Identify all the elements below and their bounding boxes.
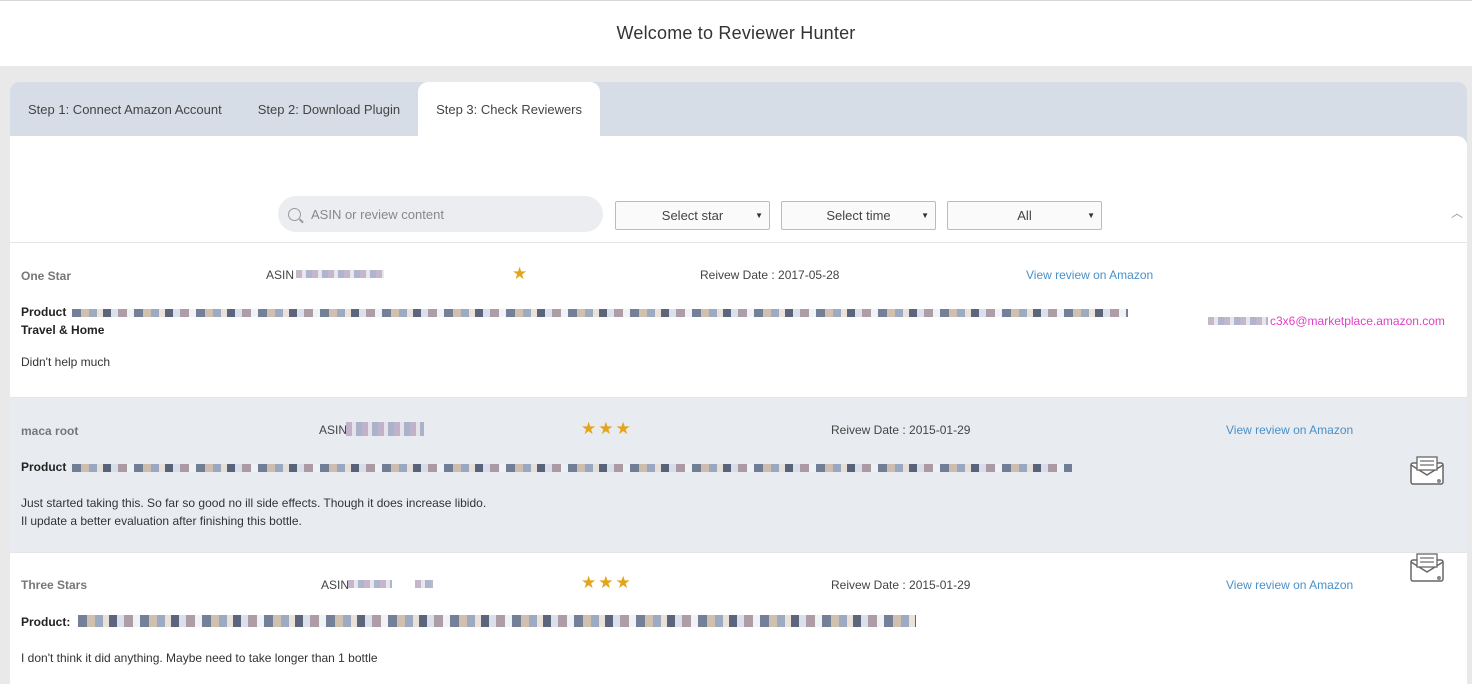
time-select[interactable]: Select time ▼	[781, 201, 936, 230]
review-asin-label: ASIN	[266, 268, 295, 282]
review-row: Three Stars ASIN ★★★ Reivew Date : 2015-…	[10, 552, 1467, 684]
redacted-product-name	[78, 615, 916, 627]
reviewer-email[interactable]: c3x6@marketplace.amazon.com	[1270, 314, 1445, 328]
view-review-link[interactable]: View review on Amazon	[1026, 268, 1153, 282]
redacted-asin	[346, 422, 424, 436]
tab-content: Select star ▼ Select time ▼ All ▼ ︿ One …	[10, 136, 1467, 684]
review-body: Didn't help much	[21, 355, 111, 369]
redacted-asin	[348, 580, 392, 588]
app-header: Welcome to Reviewer Hunter	[0, 0, 1472, 66]
product-label: Product:	[21, 615, 71, 629]
redacted-product-name	[72, 464, 1072, 472]
product-label: Product	[21, 460, 67, 474]
product-category: Travel & Home	[21, 323, 105, 337]
view-review-link[interactable]: View review on Amazon	[1226, 423, 1353, 437]
chevron-down-icon: ▼	[1087, 211, 1095, 220]
search-icon	[288, 207, 301, 221]
search-input[interactable]	[311, 206, 571, 222]
tab-download-plugin[interactable]: Step 2: Download Plugin	[240, 82, 418, 136]
review-body: I don't think it did anything. Maybe nee…	[21, 651, 378, 665]
review-title: maca root	[21, 424, 79, 438]
review-date: Reivew Date : 2015-01-29	[831, 578, 971, 592]
product-label: Product	[21, 305, 67, 319]
review-date: Reivew Date : 2017-05-28	[700, 268, 840, 282]
review-row: maca root ASIN ★★★ Reivew Date : 2015-01…	[10, 397, 1467, 552]
redacted-asin	[415, 580, 433, 588]
redacted-product-name	[72, 309, 1128, 317]
search-box[interactable]	[278, 196, 603, 232]
redacted-email-prefix	[1208, 317, 1268, 325]
review-title: Three Stars	[21, 578, 88, 592]
review-row: One Star ASIN ★ Reivew Date : 2017-05-28…	[10, 242, 1467, 397]
main-panel: Step 1: Connect Amazon Account Step 2: D…	[10, 82, 1467, 684]
star-rating: ★	[512, 264, 530, 283]
review-date: Reivew Date : 2015-01-29	[831, 423, 971, 437]
filter-bar: Select star ▼ Select time ▼ All ▼ ︿	[10, 196, 1467, 242]
type-select-value: All	[1017, 208, 1032, 223]
tab-connect-account[interactable]: Step 1: Connect Amazon Account	[10, 82, 240, 136]
star-rating: ★★★	[581, 419, 633, 438]
mail-icon[interactable]	[1410, 456, 1444, 486]
tab-check-reviewers[interactable]: Step 3: Check Reviewers	[418, 82, 601, 136]
star-select-value: Select star	[661, 208, 724, 223]
view-review-link[interactable]: View review on Amazon	[1226, 578, 1353, 592]
review-title: One Star	[21, 269, 72, 283]
mail-icon[interactable]	[1410, 553, 1444, 583]
time-select-value: Select time	[826, 208, 891, 223]
page-title: Welcome to Reviewer Hunter	[616, 23, 856, 43]
step-tabs: Step 1: Connect Amazon Account Step 2: D…	[10, 82, 601, 136]
chevron-down-icon: ▼	[921, 211, 929, 220]
review-body-line-2: Il update a better evaluation after fini…	[21, 514, 302, 528]
review-body-line-1: Just started taking this. So far so good…	[21, 496, 487, 510]
star-select[interactable]: Select star ▼	[615, 201, 770, 230]
star-rating: ★★★	[581, 573, 633, 592]
chevron-up-icon[interactable]: ︿	[1451, 204, 1463, 221]
redacted-asin	[296, 270, 384, 278]
review-asin-label: ASIN	[319, 423, 348, 437]
review-asin-label: ASIN	[321, 578, 350, 592]
type-select[interactable]: All ▼	[947, 201, 1102, 230]
chevron-down-icon: ▼	[755, 211, 763, 220]
